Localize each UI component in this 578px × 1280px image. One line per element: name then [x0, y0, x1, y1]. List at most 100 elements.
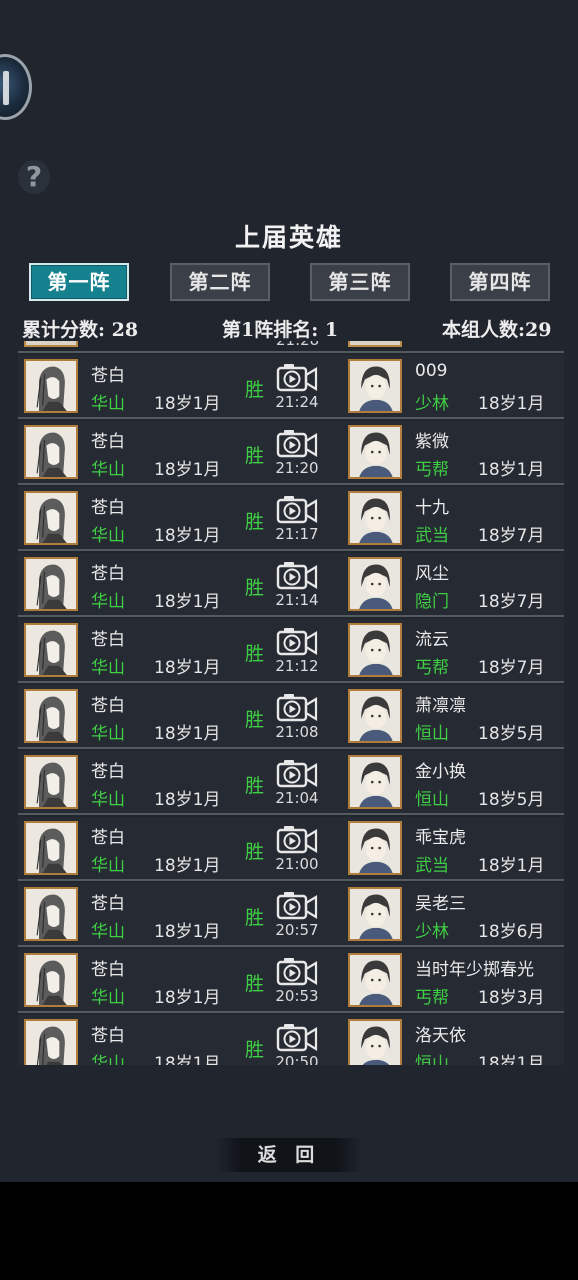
- match-result: 胜: [245, 1039, 265, 1061]
- player-sect: 华山: [91, 724, 125, 744]
- player-avatar[interactable]: [24, 359, 78, 413]
- player-name: 苍白: [91, 564, 125, 584]
- player-sect: 华山: [91, 592, 125, 612]
- replay-video-icon[interactable]: [276, 957, 318, 987]
- opponent-age: 18岁6月: [478, 922, 545, 942]
- opponent-avatar[interactable]: [348, 359, 402, 413]
- opponent-avatar[interactable]: [348, 557, 402, 611]
- replay-video-icon[interactable]: [276, 759, 318, 789]
- replay-video-icon[interactable]: [276, 495, 318, 525]
- avatar: [24, 341, 78, 347]
- portrait-icon: [350, 1021, 400, 1065]
- match-list[interactable]: 21:28 苍白 华山 18岁1月 胜 21:24: [18, 341, 564, 1065]
- opponent-name: 紫微: [415, 432, 449, 452]
- emblem-bar: [3, 71, 9, 105]
- player-avatar[interactable]: [24, 425, 78, 479]
- opponent-name: 乖宝虎: [415, 828, 466, 848]
- opponent-sect: 丐帮: [415, 988, 449, 1008]
- player-avatar[interactable]: [24, 491, 78, 545]
- portrait-icon: [350, 493, 400, 543]
- stats-bar: 累计分数: 28 第1阵排名: 1 本组人数:29: [0, 315, 578, 341]
- player-name: 苍白: [91, 960, 125, 980]
- player-avatar[interactable]: [24, 887, 78, 941]
- question-icon: ?: [25, 160, 43, 193]
- opponent-name: 当时年少掷春光: [415, 960, 534, 980]
- replay-video-icon[interactable]: [276, 825, 318, 855]
- portrait-icon: [26, 823, 76, 873]
- match-result: 胜: [245, 973, 265, 995]
- portrait-icon: [26, 955, 76, 1005]
- back-button[interactable]: 返 回: [216, 1138, 362, 1172]
- replay-video-icon[interactable]: [276, 693, 318, 723]
- help-button[interactable]: ?: [18, 160, 50, 194]
- player-name: 苍白: [91, 762, 125, 782]
- portrait-icon: [26, 1021, 76, 1065]
- opponent-avatar[interactable]: [348, 1019, 402, 1065]
- opponent-name: 萧凛凛: [415, 696, 466, 716]
- match-row: 苍白 华山 18岁1月 胜 21:14 风尘 隐门 18岁7月: [18, 553, 564, 617]
- match-row: 苍白 华山 18岁1月 胜 21:20 紫微 丐帮 18岁1月: [18, 421, 564, 485]
- portrait-icon: [350, 427, 400, 477]
- match-row: 苍白 华山 18岁1月 胜 20:53 当时年少掷春光 丐帮 18岁3月: [18, 949, 564, 1013]
- tab-formation-4[interactable]: 第四阵: [450, 263, 550, 301]
- opponent-avatar[interactable]: [348, 425, 402, 479]
- replay-video-icon[interactable]: [276, 627, 318, 657]
- portrait-icon: [26, 361, 76, 411]
- player-sect: 华山: [91, 460, 125, 480]
- match-result: 胜: [245, 709, 265, 731]
- player-avatar[interactable]: [24, 689, 78, 743]
- match-row: 苍白 华山 18岁1月 胜 21:08 萧凛凛 恒山 18岁5月: [18, 685, 564, 749]
- tab-formation-3[interactable]: 第三阵: [310, 263, 410, 301]
- player-avatar[interactable]: [24, 821, 78, 875]
- player-age: 18岁1月: [154, 856, 221, 876]
- opponent-avatar[interactable]: [348, 623, 402, 677]
- player-avatar[interactable]: [24, 755, 78, 809]
- portrait-icon: [26, 427, 76, 477]
- opponent-age: 18岁5月: [478, 790, 545, 810]
- opponent-name: 金小换: [415, 762, 466, 782]
- match-result: 胜: [245, 643, 265, 665]
- player-avatar[interactable]: [24, 953, 78, 1007]
- match-row: 苍白 华山 18岁1月 胜 21:17 十九 武当 18岁7月: [18, 487, 564, 551]
- player-sect: 华山: [91, 1054, 125, 1065]
- opponent-avatar[interactable]: [348, 953, 402, 1007]
- opponent-name: 009: [415, 361, 448, 381]
- portrait-icon: [26, 757, 76, 807]
- opponent-avatar[interactable]: [348, 887, 402, 941]
- tab-formation-1[interactable]: 第一阵: [29, 263, 129, 301]
- player-age: 18岁1月: [154, 526, 221, 546]
- replay-video-icon[interactable]: [276, 363, 318, 393]
- portrait-icon: [26, 559, 76, 609]
- opponent-avatar[interactable]: [348, 755, 402, 809]
- formation-tabs: 第一阵 第二阵 第三阵 第四阵: [0, 263, 578, 301]
- player-age: 18岁1月: [154, 922, 221, 942]
- player-name: 苍白: [91, 630, 125, 650]
- match-time: 21:17: [275, 525, 319, 543]
- replay-video-icon[interactable]: [276, 1023, 318, 1053]
- match-time: 21:14: [275, 591, 319, 609]
- match-result: 胜: [245, 577, 265, 599]
- tab-formation-2[interactable]: 第二阵: [170, 263, 270, 301]
- opponent-avatar[interactable]: [348, 821, 402, 875]
- match-result: 胜: [245, 907, 265, 929]
- match-result: 胜: [245, 841, 265, 863]
- match-row: 苍白 华山 18岁1月 胜 20:57 吴老三 少林 18岁6月: [18, 883, 564, 947]
- match-row: 苍白 华山 18岁1月 胜 20:50 洛天依 恒山 18岁1月: [18, 1015, 564, 1065]
- player-avatar[interactable]: [24, 557, 78, 611]
- opponent-age: 18岁1月: [478, 1054, 545, 1065]
- opponent-avatar[interactable]: [348, 491, 402, 545]
- portrait-icon: [350, 691, 400, 741]
- portrait-icon: [350, 361, 400, 411]
- replay-video-icon[interactable]: [276, 429, 318, 459]
- player-avatar[interactable]: [24, 623, 78, 677]
- player-age: 18岁1月: [154, 394, 221, 414]
- match-result: 胜: [245, 445, 265, 467]
- opponent-avatar[interactable]: [348, 689, 402, 743]
- match-result: 胜: [245, 511, 265, 533]
- replay-video-icon[interactable]: [276, 561, 318, 591]
- replay-video-icon[interactable]: [276, 891, 318, 921]
- opponent-age: 18岁1月: [478, 460, 545, 480]
- player-sect: 华山: [91, 394, 125, 414]
- player-avatar[interactable]: [24, 1019, 78, 1065]
- portrait-icon: [350, 757, 400, 807]
